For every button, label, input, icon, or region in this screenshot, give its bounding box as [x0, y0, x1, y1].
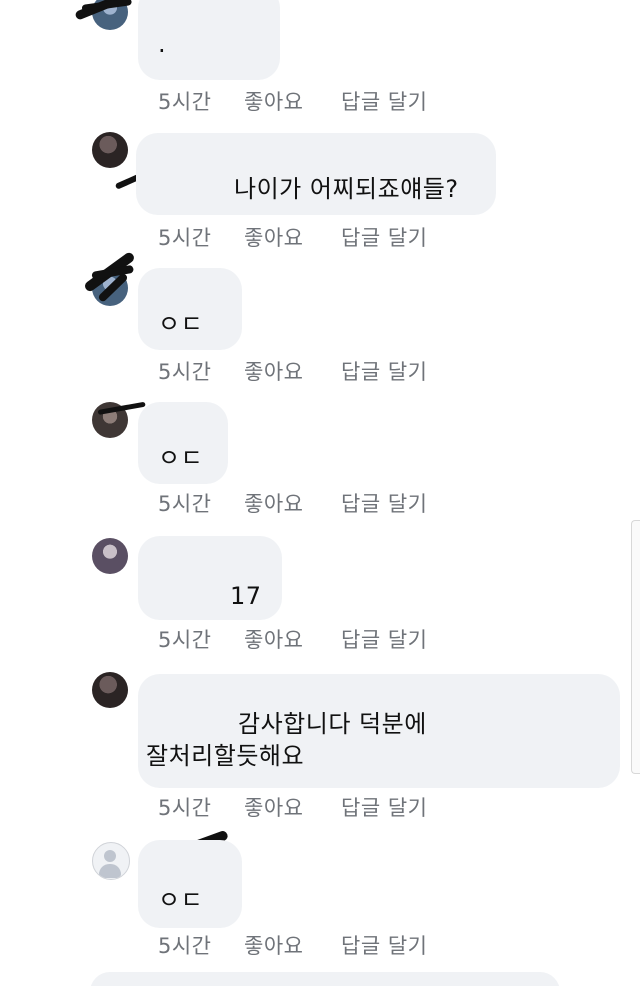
comment-item: 나이가 어찌되죠얘들? 5시간 좋아요 답글 달기 — [0, 126, 640, 252]
comment-item: 감사합니다 덕분에 잘처리할듯해요 5시간 좋아요 답글 달기 — [0, 666, 640, 828]
comment-item: . 5시간 좋아요 답글 달기 — [0, 0, 640, 120]
reply-link[interactable]: 답글 달기 — [341, 792, 427, 822]
reply-link[interactable]: 답글 달기 — [341, 930, 427, 960]
comment-bubble[interactable]: ㅇㄷ — [138, 840, 242, 928]
next-comment-preview — [90, 972, 560, 986]
comment-actions: 5시간 좋아요 답글 달기 — [158, 792, 458, 820]
like-link[interactable]: 좋아요 — [244, 488, 303, 518]
like-link[interactable]: 좋아요 — [244, 624, 303, 654]
comment-text: 17 — [230, 582, 262, 610]
comment-time: 5시간 — [158, 90, 212, 114]
comment-time: 5시간 — [158, 628, 212, 652]
comment-actions: 5시간 좋아요 답글 달기 — [158, 930, 458, 958]
comment-bubble[interactable]: ㅇㄷ — [138, 268, 242, 350]
reply-link[interactable]: 답글 달기 — [341, 624, 427, 654]
comment-item: ㅇㄷ 5시간 좋아요 답글 달기 — [0, 250, 640, 384]
comment-text: ㅇㄷ — [158, 886, 204, 914]
comment-actions: 5시간 좋아요 답글 달기 — [158, 624, 458, 652]
comment-feed: . 5시간 좋아요 답글 달기 나이가 어찌되죠얘들? 5시간 좋아요 답글 달… — [0, 0, 640, 986]
comment-actions: 5시간 좋아요 답글 달기 — [158, 488, 458, 516]
commenter-avatar[interactable] — [92, 132, 128, 168]
comment-time: 5시간 — [158, 796, 212, 820]
comment-item: ㅇㄷ 5시간 좋아요 답글 달기 — [0, 392, 640, 522]
comment-bubble[interactable]: . — [138, 0, 280, 80]
comment-item: ㅇㄷ 5시간 좋아요 답글 달기 — [0, 829, 640, 966]
comment-bubble[interactable]: 17 — [138, 536, 282, 620]
default-avatar-icon[interactable] — [92, 842, 130, 880]
person-shoulders-icon — [99, 864, 121, 878]
comment-bubble[interactable]: ㅇㄷ — [138, 402, 228, 484]
person-head-icon — [104, 850, 116, 862]
reply-link[interactable]: 답글 달기 — [341, 222, 427, 252]
comment-text: 감사합니다 덕분에 잘처리할듯해요 — [146, 710, 427, 771]
commenter-avatar[interactable] — [92, 538, 128, 574]
comment-text: 나이가 어찌되죠얘들? — [234, 175, 459, 203]
comment-time: 5시간 — [158, 934, 212, 958]
comment-bubble[interactable]: 감사합니다 덕분에 잘처리할듯해요 — [138, 674, 620, 788]
like-link[interactable]: 좋아요 — [244, 222, 303, 252]
comment-text: ㅇㄷ — [158, 310, 204, 338]
like-link[interactable]: 좋아요 — [244, 930, 303, 960]
like-link[interactable]: 좋아요 — [244, 356, 303, 386]
comment-time: 5시간 — [158, 360, 212, 384]
comment-time: 5시간 — [158, 492, 212, 516]
like-link[interactable]: 좋아요 — [244, 86, 303, 116]
commenter-avatar[interactable] — [92, 672, 128, 708]
reply-link[interactable]: 답글 달기 — [341, 356, 427, 386]
reply-link[interactable]: 답글 달기 — [341, 488, 427, 518]
comment-actions: 5시간 좋아요 답글 달기 — [158, 222, 458, 250]
comment-text: . — [158, 30, 167, 58]
comment-bubble[interactable]: 나이가 어찌되죠얘들? — [136, 133, 496, 215]
comment-text: ㅇㄷ — [158, 444, 204, 472]
scroll-edge — [631, 520, 640, 774]
comment-time: 5시간 — [158, 226, 212, 250]
comment-actions: 5시간 좋아요 답글 달기 — [158, 356, 458, 384]
reply-link[interactable]: 답글 달기 — [341, 86, 427, 116]
comment-actions: 5시간 좋아요 답글 달기 — [158, 86, 458, 114]
like-link[interactable]: 좋아요 — [244, 792, 303, 822]
comment-item: 17 5시간 좋아요 답글 달기 — [0, 530, 640, 660]
